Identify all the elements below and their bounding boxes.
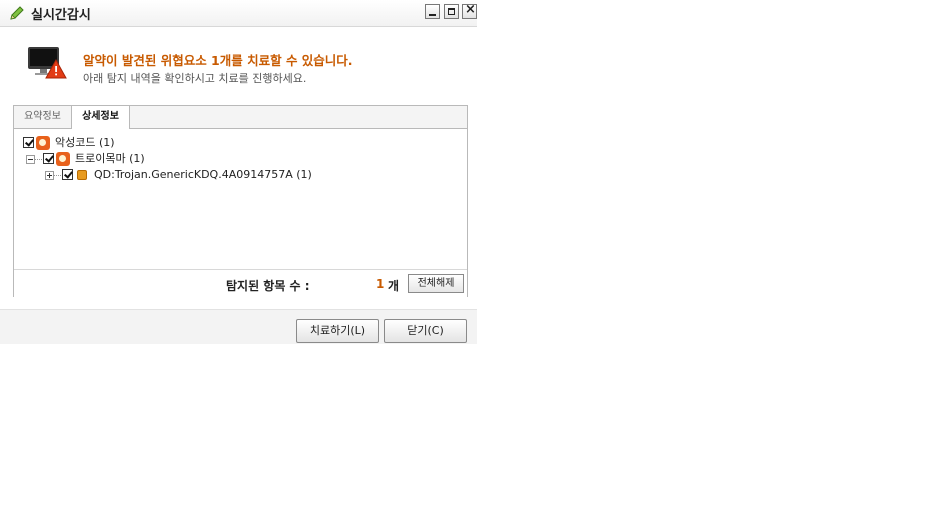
pen-icon <box>10 6 24 20</box>
detected-count-label: 탐지된 항목 수 : <box>226 279 310 293</box>
detected-count-value: 1 <box>376 277 385 291</box>
maximize-button[interactable] <box>444 4 459 19</box>
tab-summary[interactable]: 요약정보 <box>14 106 71 128</box>
tree-label-trojan: 트로이목마 (1) <box>75 152 145 165</box>
deselect-all-button[interactable]: 전체해제 <box>408 274 464 293</box>
tree-label-threat-item: QD:Trojan.GenericKDQ.4A0914757A (1) <box>94 168 312 181</box>
close-button[interactable]: 닫기(C) <box>384 319 467 343</box>
action-bar: 치료하기(L) 닫기(C) <box>0 309 477 344</box>
trojan-icon <box>56 152 70 166</box>
tree-label-malware: 악성코드 (1) <box>55 136 115 149</box>
close-window-button[interactable] <box>462 2 477 19</box>
checkbox-threat-item[interactable] <box>62 169 73 180</box>
collapse-icon[interactable] <box>26 155 35 164</box>
tab-details[interactable]: 상세정보 <box>71 106 130 129</box>
tree-connector <box>35 159 42 160</box>
detected-count-unit: 개 <box>388 279 400 293</box>
window-title: 실시간감시 <box>31 8 91 23</box>
tree-connector <box>54 175 61 176</box>
checkbox-malware[interactable] <box>23 137 34 148</box>
treat-button[interactable]: 치료하기(L) <box>296 319 379 343</box>
instruction-text: 아래 탐지 내역을 확인하시고 치료를 진행하세요. <box>83 72 307 85</box>
minimize-button[interactable] <box>425 4 440 19</box>
detection-panel: 요약정보 상세정보 악성코드 (1) 트로이목마 (1) QD:Trojan.G… <box>13 105 468 297</box>
threat-item-icon <box>77 170 87 180</box>
malware-icon <box>36 136 50 150</box>
tab-bar: 요약정보 상세정보 <box>14 106 467 129</box>
realtime-monitor-window: 실시간감시 알약이 발견된 위협요소 1개를 치료할 수 있습니다. 아래 탐지… <box>0 0 477 344</box>
monitor-warning-icon <box>28 47 67 79</box>
title-bar[interactable]: 실시간감시 <box>0 0 477 27</box>
expand-icon[interactable] <box>45 171 54 180</box>
checkbox-trojan[interactable] <box>43 153 54 164</box>
headline-text: 알약이 발견된 위협요소 1개를 치료할 수 있습니다. <box>83 53 353 68</box>
detection-tree: 악성코드 (1) 트로이목마 (1) QD:Trojan.GenericKDQ.… <box>14 129 467 269</box>
detection-summary-bar: 탐지된 항목 수 : 1 개 전체해제 <box>14 269 467 297</box>
